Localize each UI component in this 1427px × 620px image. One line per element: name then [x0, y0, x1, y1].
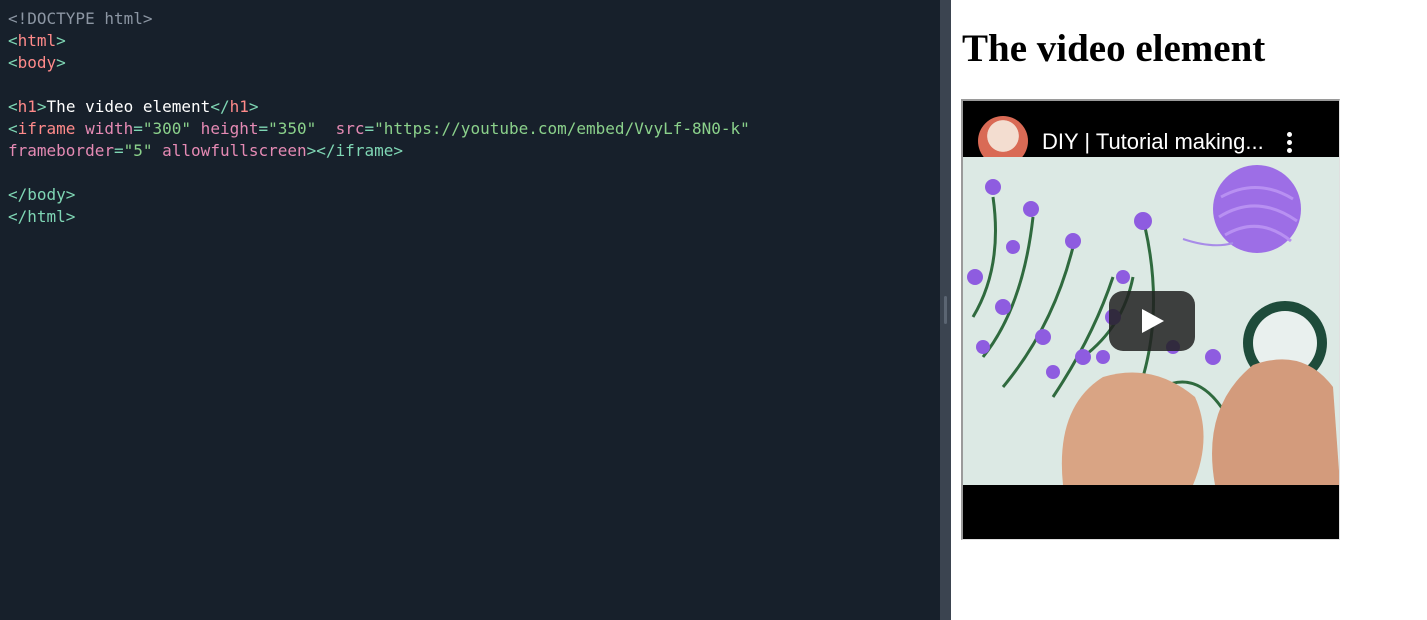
- code-token: iframe: [17, 119, 76, 138]
- code-token: "5": [123, 141, 153, 160]
- code-token: "https://youtube.com/embed/VvyLf-8N0-k": [374, 119, 750, 138]
- code-token: html: [17, 31, 57, 50]
- code-token: <!DOCTYPE html>: [8, 9, 153, 28]
- code-line[interactable]: <!DOCTYPE html>: [8, 8, 940, 30]
- page-heading: The video element: [962, 27, 1266, 70]
- code-token: =: [364, 119, 375, 138]
- code-token: >: [65, 207, 76, 226]
- resize-handle[interactable]: [944, 296, 947, 324]
- play-button-icon[interactable]: [1109, 291, 1195, 351]
- code-token: >: [36, 97, 47, 116]
- embedded-video-iframe[interactable]: DIY | Tutorial making...: [961, 99, 1340, 540]
- code-token: height: [191, 119, 259, 138]
- code-token: h1: [17, 97, 37, 116]
- code-token: <: [8, 53, 18, 72]
- code-line[interactable]: [8, 162, 940, 184]
- code-token: h1: [229, 97, 249, 116]
- code-line[interactable]: <body>: [8, 52, 940, 74]
- code-token: =: [113, 141, 124, 160]
- code-token: </: [210, 97, 230, 116]
- code-line[interactable]: </body>: [8, 184, 940, 206]
- code-token: >: [393, 141, 403, 160]
- code-token: "300": [142, 119, 192, 138]
- code-token: src: [316, 119, 365, 138]
- code-token: <: [8, 119, 18, 138]
- kebab-menu-icon[interactable]: [1287, 132, 1293, 154]
- code-token: =: [133, 119, 143, 138]
- video-letterbox-bottom: [963, 485, 1339, 539]
- code-token: iframe: [335, 141, 394, 160]
- code-token: width: [75, 119, 134, 138]
- code-line[interactable]: [8, 74, 940, 96]
- code-token: >: [248, 97, 259, 116]
- code-token: ></: [306, 141, 336, 160]
- code-line[interactable]: <iframe width="300" height="350" src="ht…: [8, 118, 940, 140]
- code-editor[interactable]: <!DOCTYPE html> <html> <body> <h1>The video…: [0, 0, 940, 620]
- pane-divider[interactable]: [940, 0, 951, 620]
- code-line[interactable]: <html>: [8, 30, 940, 52]
- code-token: "350": [268, 119, 317, 138]
- code-token: The video element: [46, 97, 211, 116]
- code-token: <: [8, 31, 18, 50]
- code-area[interactable]: <!DOCTYPE html> <html> <body> <h1>The video…: [0, 0, 940, 228]
- code-token: =: [258, 119, 269, 138]
- code-token: body: [17, 53, 57, 72]
- code-token: body: [27, 185, 66, 204]
- code-token: </: [8, 207, 28, 226]
- code-line[interactable]: frameborder="5" allowfullscreen></iframe…: [8, 140, 940, 162]
- video-header: DIY | Tutorial making...: [963, 101, 1339, 166]
- code-token: </: [8, 185, 28, 204]
- code-token: >: [56, 53, 66, 72]
- code-token: allowfullscreen: [152, 141, 307, 160]
- code-token: >: [65, 185, 76, 204]
- video-title[interactable]: DIY | Tutorial making...: [1042, 129, 1264, 155]
- code-token: html: [27, 207, 66, 226]
- code-line[interactable]: </html>: [8, 206, 940, 228]
- code-token: >: [56, 31, 66, 50]
- code-token: frameborder: [8, 141, 114, 160]
- code-token: <: [8, 97, 18, 116]
- code-line[interactable]: <h1>The video element</h1>: [8, 96, 940, 118]
- preview-pane: The video element DIY | Tutorial making.…: [951, 0, 1427, 620]
